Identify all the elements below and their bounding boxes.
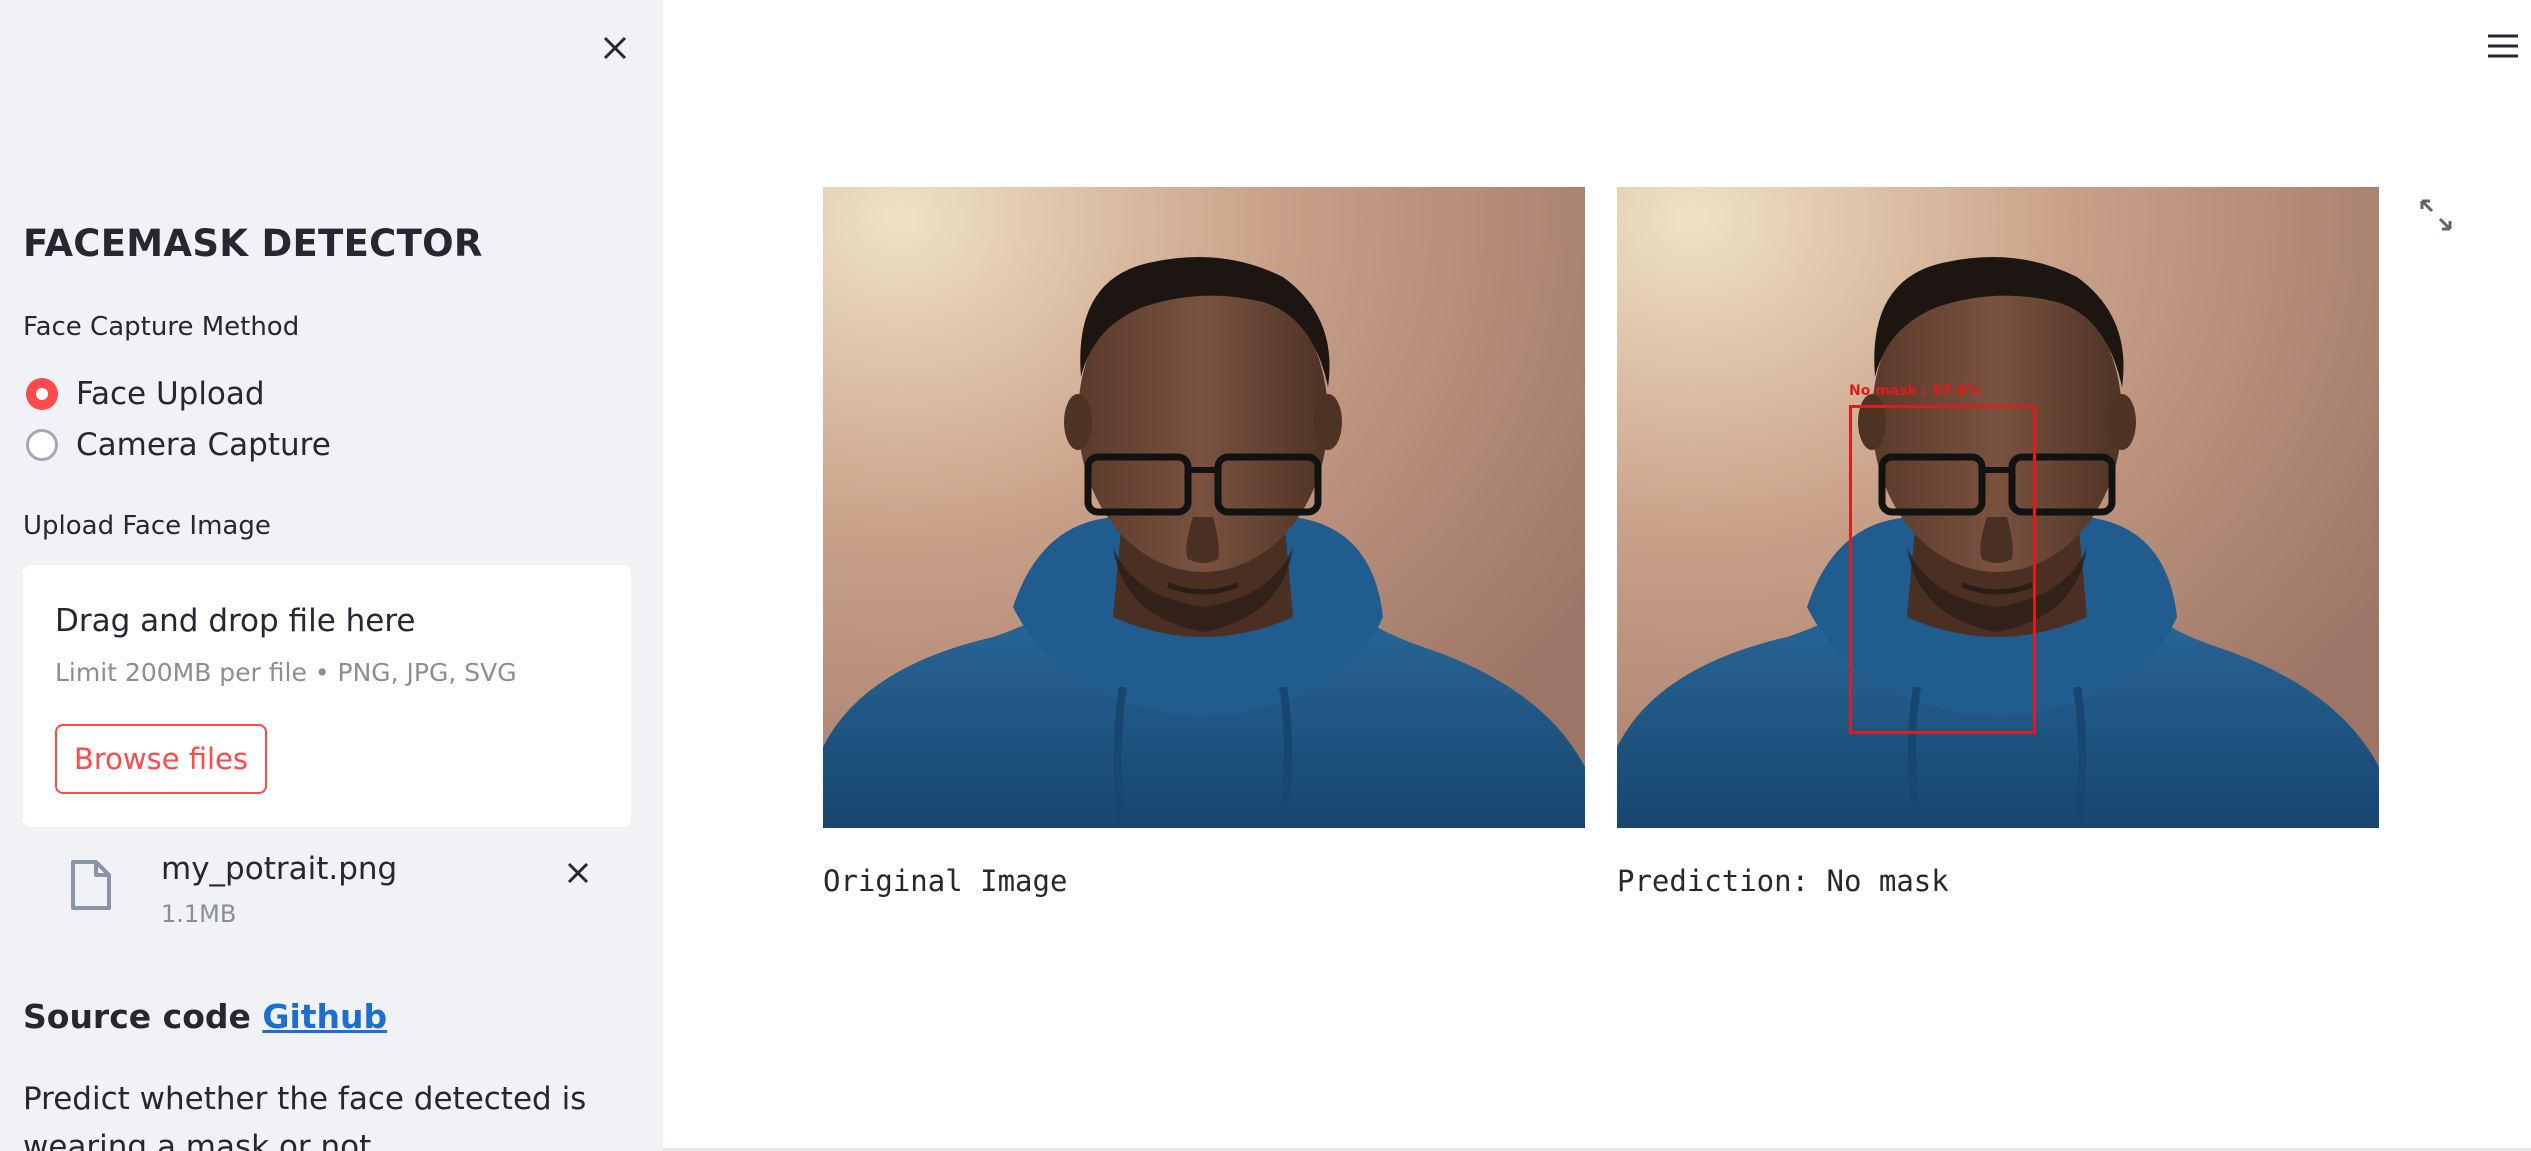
file-icon [71, 860, 111, 910]
sidebar: FACEMASK DETECTOR Face Capture Method Fa… [0, 0, 663, 1151]
prediction-overlay-label: No mask : 97.8% [1849, 383, 1981, 399]
dropzone-title: Drag and drop file here [55, 603, 416, 639]
sidebar-close-button[interactable] [595, 28, 635, 68]
file-dropzone[interactable]: Drag and drop file here Limit 200MB per … [23, 565, 631, 827]
original-image-caption: Original Image [823, 864, 1068, 898]
fullscreen-button[interactable] [2418, 197, 2454, 233]
app-description: Predict whether the face detected is wea… [23, 1081, 587, 1151]
radio-label: Camera Capture [76, 427, 331, 463]
file-name: my_potrait.png [161, 851, 398, 887]
face-bounding-box [1849, 405, 2036, 734]
prediction-image: No mask : 97.8% [1617, 187, 2379, 828]
prediction-caption: Prediction: No mask [1617, 864, 1949, 898]
original-image [823, 187, 1585, 828]
source-code-prefix: Source code [23, 997, 251, 1036]
expand-icon [2420, 199, 2452, 231]
close-icon [603, 36, 627, 60]
dropzone-limit: Limit 200MB per file • PNG, JPG, SVG [55, 658, 517, 687]
radio-label: Face Upload [76, 376, 265, 412]
browse-files-button[interactable]: Browse files [55, 724, 267, 794]
close-icon [567, 862, 589, 884]
hamburger-icon [2488, 34, 2518, 58]
radio-unselected-indicator [26, 429, 58, 461]
radio-face-upload[interactable]: Face Upload [26, 372, 265, 416]
uploaded-file-row: my_potrait.png 1.1MB [23, 845, 631, 935]
main-menu-button[interactable] [2482, 30, 2522, 62]
capture-method-label: Face Capture Method [23, 312, 300, 342]
radio-camera-capture[interactable]: Camera Capture [26, 423, 331, 467]
upload-label: Upload Face Image [23, 511, 271, 541]
radio-selected-indicator [26, 378, 58, 410]
remove-file-button[interactable] [558, 853, 598, 893]
github-link[interactable]: Github [262, 997, 387, 1036]
file-size: 1.1MB [161, 900, 237, 928]
app-title: FACEMASK DETECTOR [23, 222, 483, 265]
source-code-heading: Source code Github [23, 997, 387, 1036]
